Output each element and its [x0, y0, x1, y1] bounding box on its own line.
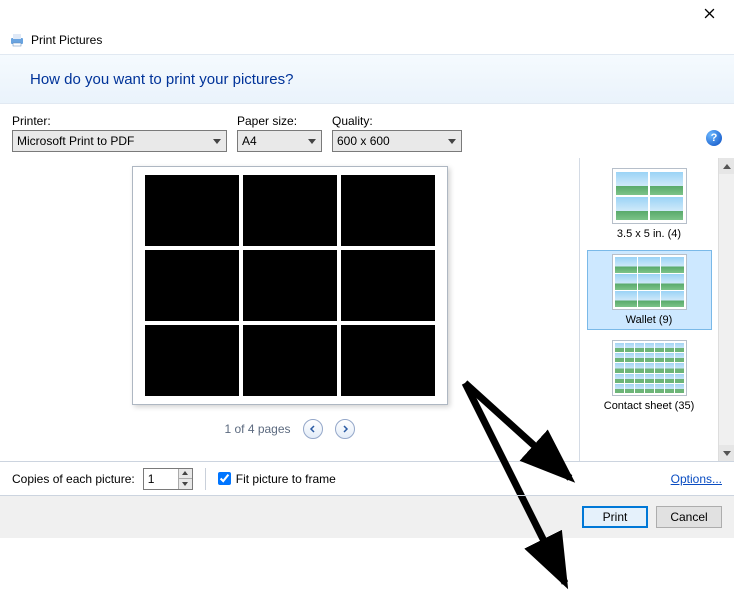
window-title: Print Pictures — [31, 33, 102, 47]
copies-down[interactable] — [179, 479, 192, 489]
layout-label: 3.5 x 5 in. (4) — [617, 228, 681, 240]
next-page-button[interactable] — [335, 419, 355, 439]
photo-cell — [243, 250, 337, 321]
question-band: How do you want to print your pictures? — [0, 54, 734, 104]
printer-select[interactable]: Microsoft Print to PDF — [12, 130, 227, 152]
wallet-layout-grid — [145, 175, 435, 396]
paper-select[interactable]: A4 — [237, 130, 322, 152]
photo-cell — [243, 175, 337, 246]
copies-input[interactable] — [144, 469, 178, 489]
copies-stepper[interactable] — [143, 468, 193, 490]
preview-pane: 1 of 4 pages — [0, 158, 579, 461]
divider — [205, 468, 206, 490]
titlebar — [0, 0, 734, 26]
copies-up[interactable] — [179, 469, 192, 480]
printer-app-icon — [9, 32, 25, 48]
layout-35x5[interactable]: 3.5 x 5 in. (4) — [587, 164, 712, 244]
photo-cell — [145, 250, 239, 321]
paper-group: Paper size: A4 — [237, 114, 322, 152]
scroll-up-button[interactable] — [719, 158, 734, 174]
layout-label: Contact sheet (35) — [604, 400, 695, 412]
photo-cell — [243, 325, 337, 396]
quality-group: Quality: 600 x 600 — [332, 114, 462, 152]
scroll-down-button[interactable] — [719, 445, 734, 461]
dialog-buttons: Print Cancel — [0, 496, 734, 538]
photo-cell — [145, 325, 239, 396]
layout-wallet[interactable]: Wallet (9) — [587, 250, 712, 330]
printer-label: Printer: — [12, 114, 227, 128]
fit-frame-checkbox[interactable] — [218, 472, 231, 485]
photo-cell — [145, 175, 239, 246]
fit-frame-label: Fit picture to frame — [236, 472, 336, 486]
layout-thumb-35x5 — [612, 168, 687, 224]
options-link[interactable]: Options... — [671, 472, 722, 486]
layout-thumb-wallet — [612, 254, 687, 310]
pager-label: 1 of 4 pages — [224, 422, 290, 436]
layout-contact-sheet[interactable]: Contact sheet (35) — [587, 336, 712, 416]
photo-cell — [341, 250, 435, 321]
fit-frame-group[interactable]: Fit picture to frame — [218, 472, 336, 486]
arrow-left-icon — [309, 425, 317, 433]
help-icon[interactable]: ? — [706, 130, 722, 146]
main-area: 1 of 4 pages 3.5 x 5 in. ( — [0, 158, 734, 462]
paper-label: Paper size: — [237, 114, 322, 128]
layout-list: 3.5 x 5 in. (4) Wallet (9) Conta — [580, 158, 718, 461]
header: Print Pictures — [0, 26, 734, 54]
pager: 1 of 4 pages — [224, 419, 354, 439]
layout-scrollbar[interactable] — [718, 158, 734, 461]
quality-select[interactable]: 600 x 600 — [332, 130, 462, 152]
cancel-button[interactable]: Cancel — [656, 506, 722, 528]
arrow-right-icon — [341, 425, 349, 433]
layout-sidebar: 3.5 x 5 in. (4) Wallet (9) Conta — [579, 158, 734, 461]
prev-page-button[interactable] — [303, 419, 323, 439]
settings-row: Copies of each picture: Fit picture to f… — [0, 462, 734, 496]
quality-label: Quality: — [332, 114, 462, 128]
copies-label: Copies of each picture: — [12, 472, 135, 486]
close-button[interactable] — [694, 1, 724, 25]
close-icon — [704, 8, 715, 19]
photo-cell — [341, 175, 435, 246]
page-preview — [132, 166, 448, 405]
printer-group: Printer: Microsoft Print to PDF — [12, 114, 227, 152]
layout-thumb-contact — [612, 340, 687, 396]
layout-label: Wallet (9) — [626, 314, 673, 326]
photo-cell — [341, 325, 435, 396]
print-button[interactable]: Print — [582, 506, 648, 528]
print-options: Printer: Microsoft Print to PDF Paper si… — [0, 104, 734, 158]
question-text: How do you want to print your pictures? — [30, 71, 293, 88]
